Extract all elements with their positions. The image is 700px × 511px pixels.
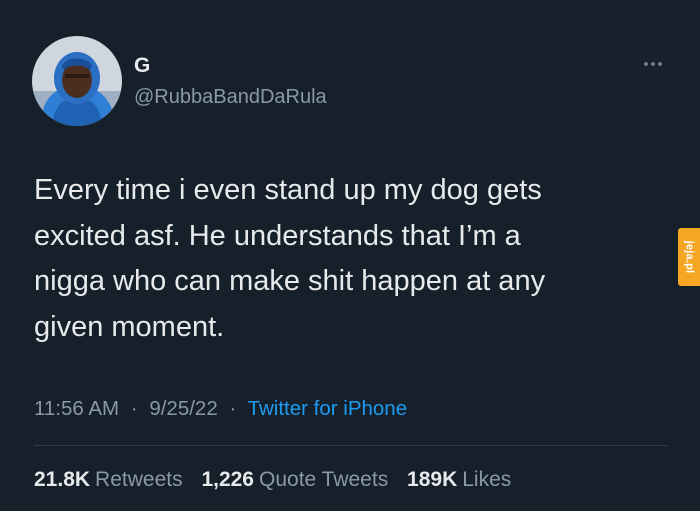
more-horizontal-icon xyxy=(644,62,648,66)
more-options-button[interactable] xyxy=(633,52,673,76)
quote-tweets-label: Quote Tweets xyxy=(259,468,389,491)
meta-separator: · xyxy=(229,397,237,420)
tweet-time[interactable]: 11:56 AM xyxy=(34,397,119,420)
watermark-logo: jeja.pl xyxy=(678,228,700,286)
user-handle[interactable]: @RubbaBandDaRula xyxy=(134,86,327,109)
tweet-source-link[interactable]: Twitter for iPhone xyxy=(248,397,408,420)
meta-separator: · xyxy=(130,397,138,420)
avatar[interactable] xyxy=(32,36,122,126)
tweet-stats: 21.8K Retweets 1,226 Quote Tweets 189K Like… xyxy=(34,468,524,492)
display-name[interactable]: G xyxy=(134,54,151,78)
retweets-stat[interactable]: 21.8K Retweets xyxy=(34,468,183,491)
quote-tweets-count: 1,226 xyxy=(201,468,254,491)
tweet-text: Every time i even stand up my dog gets e… xyxy=(34,174,546,343)
likes-stat[interactable]: 189K Likes xyxy=(407,468,511,491)
retweets-label: Retweets xyxy=(95,468,183,491)
tweet-metadata: 11:56 AM · 9/25/22 · Twitter for iPhone xyxy=(34,397,407,421)
divider xyxy=(34,445,668,446)
likes-label: Likes xyxy=(462,468,512,491)
likes-count: 189K xyxy=(407,468,458,491)
more-horizontal-icon xyxy=(658,62,662,66)
tweet-date[interactable]: 9/25/22 xyxy=(149,397,217,420)
quote-tweets-stat[interactable]: 1,226 Quote Tweets xyxy=(201,468,388,491)
watermark-text: jeja.pl xyxy=(683,240,695,274)
avatar-image xyxy=(32,36,122,126)
more-horizontal-icon xyxy=(651,62,655,66)
retweets-count: 21.8K xyxy=(34,468,91,491)
tweet-card: G @RubbaBandDaRula Every time i even sta… xyxy=(0,0,700,511)
